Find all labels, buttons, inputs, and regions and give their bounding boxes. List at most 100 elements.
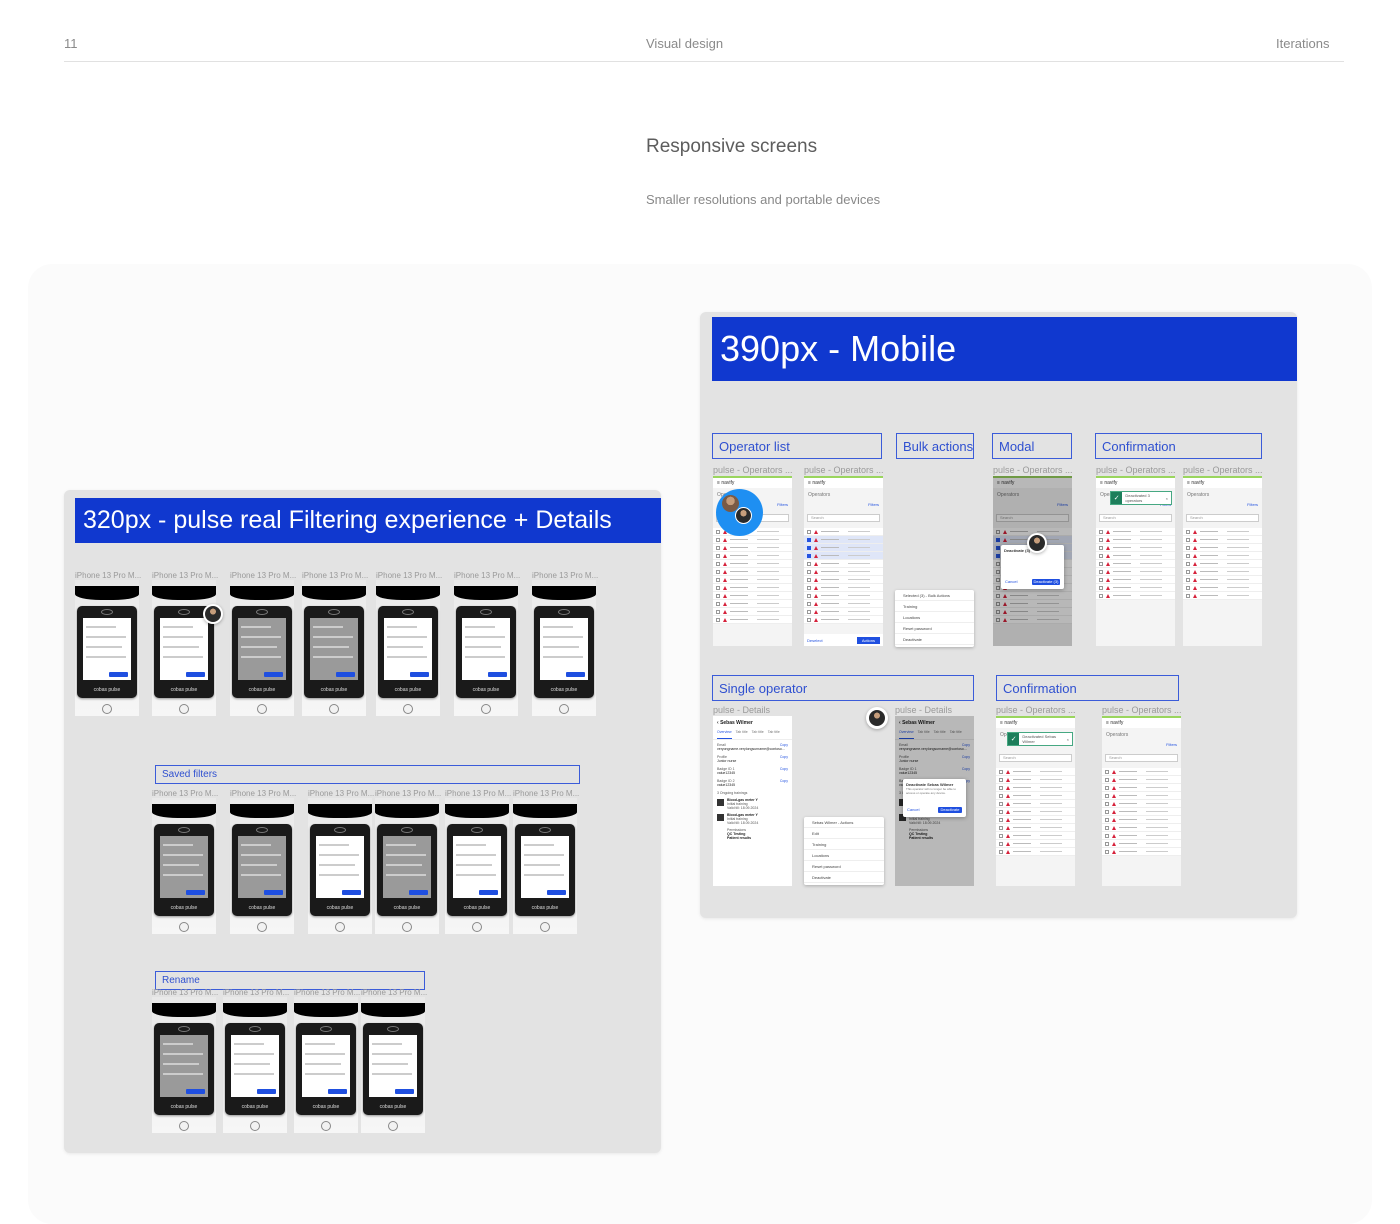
row-checkbox[interactable] [1186,537,1190,542]
modal-confirm-button[interactable]: Deactivate (3) [1032,579,1060,585]
phone-mockup[interactable]: cobas pulse [361,997,425,1133]
table-row[interactable] [1102,816,1181,824]
row-checkbox[interactable] [716,545,720,550]
row-checkbox[interactable] [1105,833,1109,838]
table-row[interactable] [1096,568,1175,576]
row-checkbox[interactable] [996,577,1000,582]
table-row[interactable] [804,528,883,536]
search-input[interactable]: Search [807,514,880,522]
row-checkbox[interactable] [996,609,1000,614]
row-checkbox[interactable] [807,585,811,590]
row-checkbox[interactable] [999,777,1003,782]
bulk-menu-item[interactable]: Deactivate [895,634,974,645]
row-checkbox[interactable] [999,833,1003,838]
copy-button[interactable]: Copy [780,743,788,747]
table-row[interactable] [804,560,883,568]
row-checkbox[interactable] [716,553,720,558]
table-row[interactable] [996,776,1075,784]
copy-button[interactable]: Copy [962,743,970,747]
modal-cancel-button[interactable]: Cancel [1005,579,1025,585]
table-row[interactable] [804,608,883,616]
row-checkbox[interactable] [807,553,811,558]
close-icon[interactable]: × [1166,496,1168,501]
bulk-menu-item[interactable]: Training [895,601,974,612]
bulk-menu-item[interactable]: Selected (3) - Bulk Actions [895,590,974,601]
copy-button[interactable]: Copy [780,767,788,771]
table-row[interactable] [713,584,792,592]
row-checkbox[interactable] [1105,809,1109,814]
table-row[interactable] [1102,832,1181,840]
table-row[interactable] [1102,848,1181,856]
actions-button[interactable]: Actions [856,636,880,644]
row-checkbox[interactable] [716,529,720,534]
row-checkbox[interactable] [996,537,1000,542]
action-menu-item[interactable]: Edit [804,828,884,839]
row-checkbox[interactable] [999,825,1003,830]
phone-mockup[interactable]: cobas pulse [376,580,440,716]
table-row[interactable] [1102,800,1181,808]
row-checkbox[interactable] [807,529,811,534]
row-checkbox[interactable] [716,593,720,598]
confirmation-final-frame[interactable]: ≡ navify Operators Filters Search [1183,476,1262,646]
phone-mockup[interactable]: cobas pulse [230,798,294,934]
row-checkbox[interactable] [1186,553,1190,558]
deselect-button[interactable]: Deselect [807,638,823,643]
row-checkbox[interactable] [999,849,1003,854]
filters-link[interactable]: Filters [1183,502,1262,512]
table-row[interactable] [1183,552,1262,560]
table-row[interactable] [713,608,792,616]
table-row[interactable] [1096,592,1175,600]
table-row[interactable] [993,616,1072,624]
details-tab[interactable]: Tab title [736,730,748,739]
row-checkbox[interactable] [716,609,720,614]
row-checkbox[interactable] [1099,585,1103,590]
filters-link[interactable]: Filters [993,502,1072,512]
table-row[interactable] [993,608,1072,616]
row-checkbox[interactable] [807,545,811,550]
table-row[interactable] [1096,584,1175,592]
row-checkbox[interactable] [1099,569,1103,574]
table-row[interactable] [1096,552,1175,560]
details-frame[interactable]: ‹ Sebas Wilmer Overview Tab title Tab title… [713,716,792,886]
action-menu-item[interactable]: Training [804,839,884,850]
row-checkbox[interactable] [1186,561,1190,566]
search-input[interactable]: Search [999,754,1072,762]
table-row[interactable] [713,536,792,544]
details-tab[interactable]: Tab title [918,730,930,739]
details-tab[interactable]: Overview [717,730,732,739]
table-row[interactable] [713,568,792,576]
search-input[interactable]: Search [1099,514,1172,522]
phone-mockup[interactable]: cobas pulse [223,997,287,1133]
row-checkbox[interactable] [716,585,720,590]
table-row[interactable] [804,592,883,600]
phone-mockup[interactable]: cobas pulse [152,997,216,1133]
phone-mockup[interactable]: cobas pulse [375,798,439,934]
row-checkbox[interactable] [1186,577,1190,582]
row-checkbox[interactable] [1186,569,1190,574]
table-row[interactable] [1183,592,1262,600]
row-checkbox[interactable] [1105,825,1109,830]
copy-button[interactable]: Copy [962,767,970,771]
filters-link[interactable]: Filters [804,502,883,512]
table-row[interactable] [804,584,883,592]
table-row[interactable] [996,816,1075,824]
row-checkbox[interactable] [1099,529,1103,534]
details-tab[interactable]: Tab title [768,730,780,739]
phone-mockup[interactable]: cobas pulse [532,580,596,716]
row-checkbox[interactable] [1099,577,1103,582]
table-row[interactable] [1183,576,1262,584]
table-row[interactable] [713,592,792,600]
table-row[interactable] [1183,560,1262,568]
row-checkbox[interactable] [1105,793,1109,798]
row-checkbox[interactable] [716,601,720,606]
table-row[interactable] [1183,544,1262,552]
details-tab[interactable]: Tab title [752,730,764,739]
row-checkbox[interactable] [1099,553,1103,558]
table-row[interactable] [804,616,883,624]
table-row[interactable] [713,544,792,552]
row-checkbox[interactable] [716,561,720,566]
modal-cancel-button[interactable]: Cancel [907,807,925,813]
table-row[interactable] [1102,808,1181,816]
table-row[interactable] [804,552,883,560]
table-row[interactable] [1183,584,1262,592]
